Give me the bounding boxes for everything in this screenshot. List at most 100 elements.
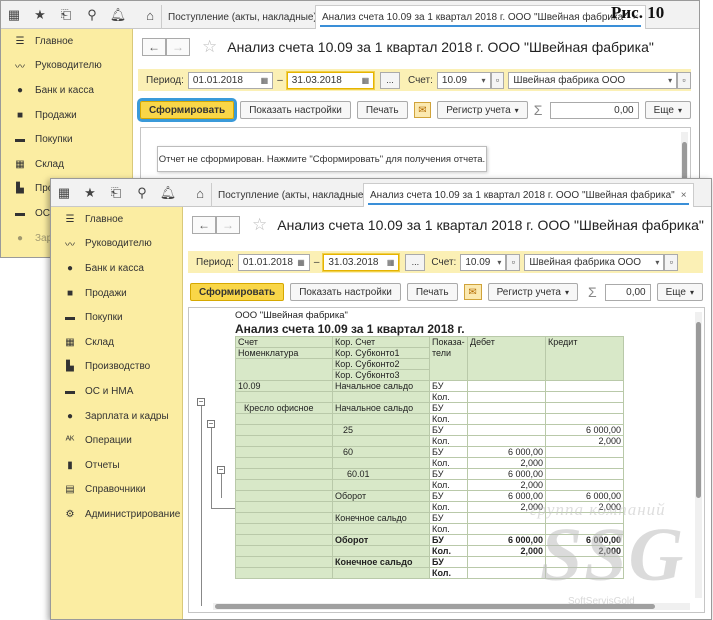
row-account: [235, 512, 333, 524]
chevron-down-icon: ▾: [677, 105, 682, 115]
sidebar-item-sales[interactable]: ■ Продажи: [1, 103, 132, 128]
tab-receipt[interactable]: Поступление (акты, накладные): [211, 183, 373, 207]
row-credit: 2,000: [545, 545, 624, 557]
horizontal-scrollbar[interactable]: [213, 603, 690, 610]
email-icon[interactable]: ✉: [463, 284, 482, 300]
generate-button[interactable]: Сформировать: [190, 283, 285, 301]
favorites-star-icon[interactable]: ★: [77, 179, 103, 207]
chart-line-icon: 〰: [15, 62, 25, 74]
calendar-icon[interactable]: ▦: [383, 258, 395, 267]
close-icon[interactable]: ×: [681, 190, 687, 201]
date-from-field[interactable]: 01.01.2018 ▦: [187, 71, 274, 89]
favorite-star-icon[interactable]: ☆: [252, 215, 267, 235]
main-area: ← → ☆ Анализ счета 10.09 за 1 квартал 20…: [184, 207, 711, 619]
email-icon[interactable]: ✉: [413, 102, 432, 118]
search-icon[interactable]: ⚲: [129, 179, 155, 207]
back-arrow-icon[interactable]: ←: [142, 38, 166, 56]
home-icon[interactable]: ⌂: [137, 1, 163, 29]
sidebar-item-bank[interactable]: ● Банк и касса: [51, 256, 182, 281]
more-button[interactable]: Еще ▾: [644, 101, 691, 119]
sidebar-item-main[interactable]: ☰ Главное: [51, 207, 182, 232]
sidebar-item-operations[interactable]: ᴬᴷ Операции: [51, 428, 182, 453]
generate-button[interactable]: Сформировать: [136, 98, 238, 122]
tab-analysis[interactable]: Анализ счета 10.09 за 1 квартал 2018 г. …: [363, 183, 694, 207]
account-label: Счет:: [407, 74, 433, 86]
calendar-icon[interactable]: ▦: [358, 76, 370, 85]
sidebar-item-admin[interactable]: ⚙ Администрирование: [51, 502, 182, 527]
show-settings-button[interactable]: Показать настройки: [240, 101, 351, 119]
print-button[interactable]: Печать: [406, 283, 458, 301]
register-button[interactable]: Регистр учета ▾: [437, 101, 528, 119]
tab-receipt[interactable]: Поступление (акты, накладные): [161, 5, 323, 29]
account-select-button[interactable]: ▫: [506, 253, 521, 271]
more-button[interactable]: Еще ▾: [656, 283, 703, 301]
scroll-thumb[interactable]: [215, 604, 655, 609]
row-account: [235, 446, 333, 458]
sidebar-item-reports[interactable]: ▮ Отчеты: [51, 453, 182, 478]
history-icon[interactable]: ⎗: [53, 1, 79, 29]
organization-field[interactable]: Швейная фабрика ООО ▾: [524, 253, 665, 271]
account-field[interactable]: 10.09 ▾: [460, 253, 507, 271]
calendar-icon[interactable]: ▦: [257, 76, 269, 85]
show-settings-button[interactable]: Показать настройки: [290, 283, 401, 301]
date-to-field[interactable]: 31.03.2018 ▦: [286, 71, 375, 89]
print-button[interactable]: Печать: [356, 101, 408, 119]
date-to-field[interactable]: 31.03.2018 ▦: [323, 253, 400, 271]
forward-arrow-icon[interactable]: →: [216, 216, 240, 234]
sidebar-item-label: Банк и касса: [85, 262, 144, 274]
header-credit: Кредит: [545, 336, 624, 381]
sidebar-item-purchases[interactable]: ▬ Покупки: [51, 305, 182, 330]
sidebar-item-warehouse[interactable]: ▦ Склад: [1, 152, 132, 177]
row-account: [235, 413, 333, 425]
sidebar-item-sales[interactable]: ■ Продажи: [51, 281, 182, 306]
params-bar: Период: 01.01.2018 ▦ – 31.03.2018 ▦ ... Сч…: [138, 69, 691, 91]
row-corr: [332, 479, 430, 491]
bell-icon[interactable]: 🔔︎: [105, 1, 131, 29]
scroll-thumb[interactable]: [696, 322, 701, 498]
chevron-down-icon[interactable]: ▾: [478, 76, 486, 85]
chevron-down-icon[interactable]: ▾: [651, 258, 659, 267]
account-select-button[interactable]: ▫: [490, 71, 505, 89]
sidebar-item-director[interactable]: 〰 Руководителю: [1, 54, 132, 79]
sidebar-item-references[interactable]: ▤ Справочники: [51, 478, 182, 503]
collapse-icon[interactable]: −: [207, 420, 215, 428]
organization-open-button[interactable]: ▫: [677, 71, 691, 89]
vertical-scrollbar[interactable]: [695, 312, 702, 598]
date-from-field[interactable]: 01.01.2018 ▦: [237, 253, 310, 271]
organization-field[interactable]: Швейная фабрика ООО ▾: [508, 71, 678, 89]
sidebar-item-label: Главное: [85, 213, 124, 225]
forward-arrow-icon[interactable]: →: [166, 38, 190, 56]
sidebar-item-bank[interactable]: ● Банк и касса: [1, 78, 132, 103]
search-icon[interactable]: ⚲: [79, 1, 105, 29]
home-icon[interactable]: ⌂: [187, 179, 213, 207]
sidebar-item-salary[interactable]: ● Зарплата и кадры: [51, 404, 182, 429]
row-indicator: Кол.: [429, 413, 468, 425]
sidebar-item-warehouse[interactable]: ▦ Склад: [51, 330, 182, 355]
tab-analysis[interactable]: Анализ счета 10.09 за 1 квартал 2018 г. …: [315, 5, 646, 29]
chevron-down-icon[interactable]: ▾: [664, 76, 672, 85]
apps-grid-icon[interactable]: ▦: [1, 1, 27, 29]
period-dash: –: [277, 74, 283, 86]
sidebar-item-production[interactable]: ▙ Производство: [51, 355, 182, 380]
collapse-icon[interactable]: −: [217, 466, 225, 474]
chevron-down-icon[interactable]: ▾: [493, 258, 501, 267]
sidebar-item-purchases[interactable]: ▬ Покупки: [1, 127, 132, 152]
sidebar-item-director[interactable]: 〰 Руководителю: [51, 232, 182, 257]
cart-icon: ▬: [15, 134, 25, 146]
favorites-star-icon[interactable]: ★: [27, 1, 53, 29]
bell-icon[interactable]: 🔔︎: [155, 179, 181, 207]
sidebar-item-main[interactable]: ☰ Главное: [1, 29, 132, 54]
apps-grid-icon[interactable]: ▦: [51, 179, 77, 207]
history-icon[interactable]: ⎗: [103, 179, 129, 207]
tree-line: [211, 508, 235, 509]
favorite-star-icon[interactable]: ☆: [202, 37, 217, 57]
back-arrow-icon[interactable]: ←: [192, 216, 216, 234]
organization-open-button[interactable]: ▫: [664, 253, 679, 271]
sidebar-item-assets[interactable]: ▬ ОС и НМА: [51, 379, 182, 404]
period-select-button[interactable]: ...: [380, 71, 400, 89]
period-select-button[interactable]: ...: [405, 253, 426, 271]
collapse-icon[interactable]: −: [197, 398, 205, 406]
account-field[interactable]: 10.09 ▾: [436, 71, 491, 89]
register-button[interactable]: Регистр учета ▾: [487, 283, 579, 301]
calendar-icon[interactable]: ▦: [293, 258, 305, 267]
